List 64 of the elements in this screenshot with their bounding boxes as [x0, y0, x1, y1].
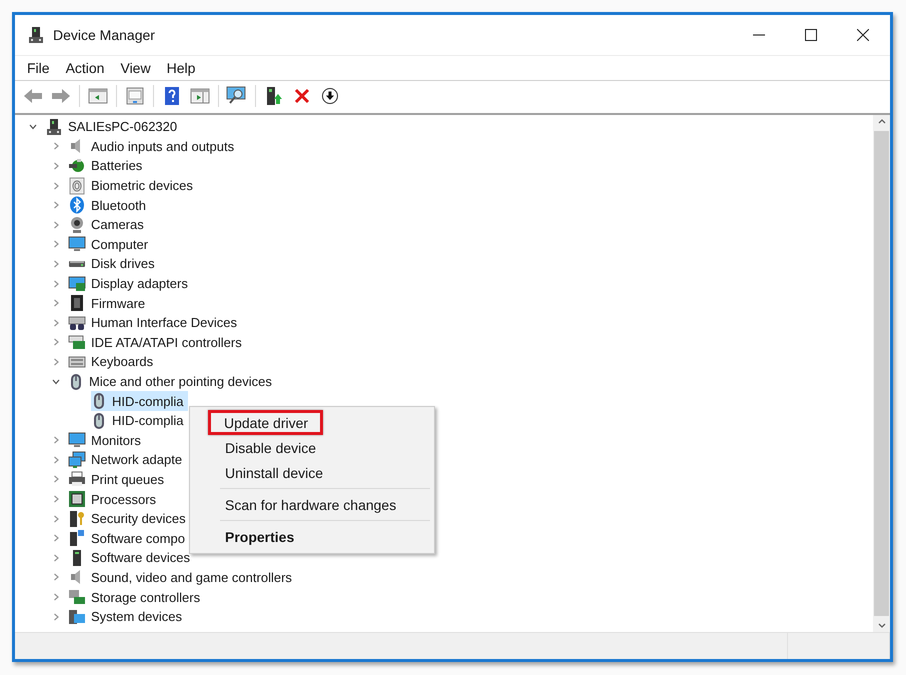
context-menu-item[interactable]: Scan for hardware changes — [210, 492, 412, 517]
context-menu-item[interactable]: Uninstall device — [210, 460, 338, 485]
printer-icon — [68, 470, 86, 488]
tree-item[interactable]: Monitors — [68, 430, 145, 450]
minimize-icon — [753, 34, 765, 36]
monitor-icon — [68, 431, 86, 450]
tree-item[interactable]: Keyboards — [68, 352, 158, 372]
controller-card-icon — [68, 333, 86, 352]
tree-item[interactable]: HID-complia — [91, 410, 188, 431]
tree-item[interactable]: Security devices — [68, 508, 190, 529]
tree-item[interactable]: System devices — [68, 606, 186, 627]
tree-item[interactable]: Cameras — [68, 214, 148, 235]
menu-item[interactable]: Action — [58, 57, 112, 79]
cross-icon — [294, 88, 310, 104]
tree-item[interactable]: Processors — [68, 489, 160, 510]
context-menu-item[interactable]: Disable device — [210, 435, 332, 460]
tree-item[interactable]: Mice and other pointing devices — [68, 372, 276, 392]
network-icon — [68, 450, 86, 469]
tree-item[interactable]: Computer — [68, 234, 152, 254]
close-icon — [857, 29, 869, 41]
context-menu-item[interactable]: Properties — [210, 524, 310, 549]
tree-item[interactable]: Software devices — [68, 548, 194, 568]
tree-item[interactable]: Human Interface Devices — [68, 312, 241, 333]
fingerprint-icon — [68, 176, 86, 195]
mouse-icon — [91, 392, 107, 410]
tree-item[interactable]: Audio inputs and outputs — [68, 136, 238, 156]
tree-item[interactable]: Firmware — [68, 293, 150, 314]
window-title: Device Manager — [53, 27, 156, 43]
tree-item[interactable]: Storage controllers — [68, 587, 204, 608]
tree-item[interactable]: Bluetooth — [68, 195, 150, 216]
tree-item[interactable]: Disk drives — [68, 254, 159, 274]
display-adapter-icon — [68, 274, 86, 293]
disk-drive-icon — [68, 260, 86, 268]
computer-icon — [27, 26, 45, 44]
bluetooth-icon — [68, 196, 86, 214]
tree-item[interactable]: Display adapters — [68, 274, 192, 294]
tree-item[interactable]: HID-complia — [91, 391, 188, 412]
processor-icon — [68, 490, 86, 508]
tree-item[interactable]: Batteries — [68, 156, 146, 176]
menu-item[interactable]: View — [112, 57, 159, 79]
tree-item[interactable]: Sound, video and game controllers — [68, 567, 296, 588]
monitor-icon — [68, 235, 86, 254]
key-device-icon — [68, 510, 86, 528]
system-device-icon — [68, 608, 86, 626]
menu-item[interactable]: File — [19, 57, 58, 79]
tree-item[interactable]: Software compo — [68, 528, 189, 548]
computer-icon — [45, 118, 63, 136]
tree-item[interactable]: IDE ATA/ATAPI controllers — [68, 332, 246, 352]
mouse-icon — [68, 372, 84, 391]
chip-icon — [68, 294, 86, 312]
tree-item[interactable]: Print queues — [68, 469, 168, 490]
mouse-icon — [91, 412, 107, 430]
tree-item[interactable]: Network adapte — [68, 450, 186, 470]
tree-item[interactable]: SALIEsPC-062320 — [45, 116, 182, 137]
webcam-icon — [68, 216, 86, 234]
software-component-icon — [68, 529, 86, 548]
menu-item[interactable]: Help — [158, 57, 204, 79]
battery-icon — [68, 156, 86, 175]
maximize-icon — [805, 29, 817, 41]
storage-controller-icon — [68, 588, 86, 606]
hid-icon — [68, 314, 86, 332]
context-menu-item[interactable]: Update driver — [208, 410, 324, 435]
tree-item[interactable]: Biometric devices — [68, 176, 197, 196]
scrollbar[interactable] — [873, 115, 890, 632]
